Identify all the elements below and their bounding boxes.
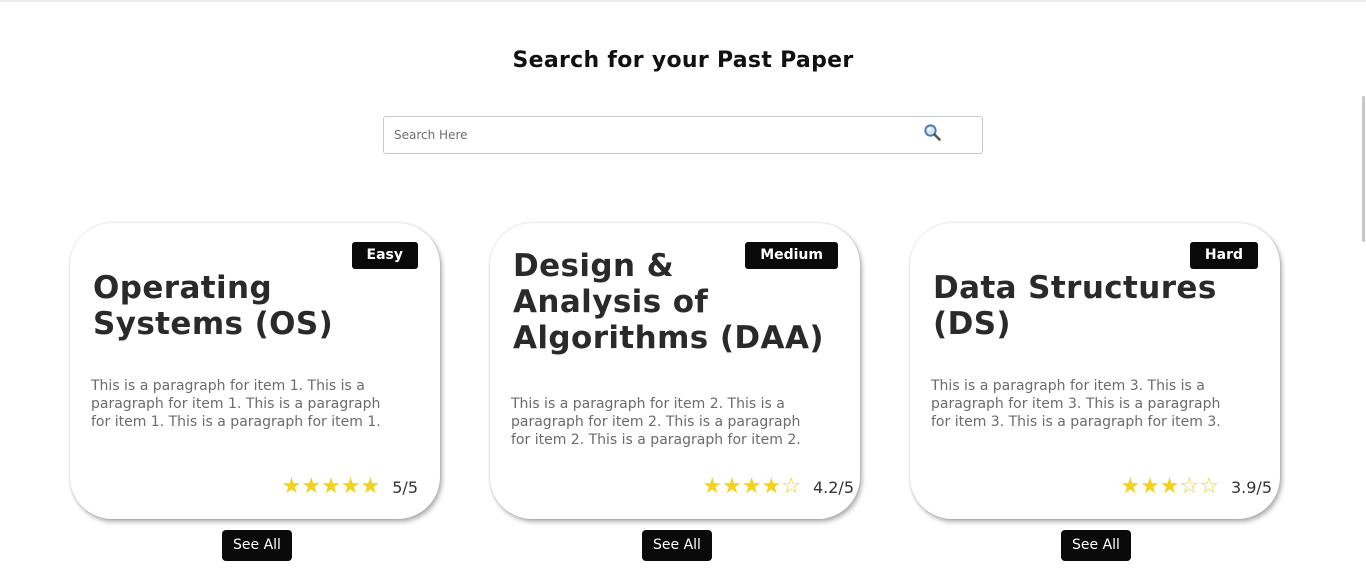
- rating: ★★★★★ 5/5: [282, 476, 418, 498]
- card-description: This is a paragraph for item 1. This is …: [91, 378, 381, 430]
- page-title: Search for your Past Paper: [512, 48, 854, 73]
- card-title-container: Data Structures (DS): [933, 237, 1260, 375]
- card-description: This is a paragraph for item 3. This is …: [931, 378, 1221, 430]
- course-card: Easy Operating Systems (OS) This is a pa…: [70, 223, 440, 519]
- see-all-button[interactable]: See All: [222, 530, 292, 561]
- rating-value: 3.9/5: [1230, 477, 1272, 497]
- course-card: Hard Data Structures (DS) This is a para…: [910, 223, 1280, 519]
- rating-value: 5/5: [392, 477, 418, 497]
- see-all-button[interactable]: See All: [642, 530, 712, 561]
- search-icon[interactable]: [923, 123, 943, 143]
- card-description: This is a paragraph for item 2. This is …: [511, 396, 801, 448]
- scrollbar[interactable]: [1362, 96, 1365, 242]
- search-bar: [383, 116, 983, 154]
- course-card: Medium Design & Analysis of Algorithms (…: [490, 223, 860, 519]
- card-title: Operating Systems (OS): [93, 270, 334, 342]
- star-rating-icon: ★★★☆☆: [1120, 474, 1219, 499]
- rating: ★★★★☆ 4.2/5: [702, 476, 854, 498]
- rating-value: 4.2/5: [812, 477, 854, 497]
- card-title: Design & Analysis of Algorithms (DAA): [513, 248, 824, 356]
- card-title-container: Operating Systems (OS): [93, 237, 420, 375]
- card-title-container: Design & Analysis of Algorithms (DAA): [513, 237, 840, 367]
- star-rating-icon: ★★★★☆: [702, 474, 801, 499]
- star-rating-icon: ★★★★★: [281, 474, 381, 499]
- top-border: [0, 0, 1366, 2]
- see-all-button[interactable]: See All: [1061, 530, 1131, 561]
- rating: ★★★☆☆ 3.9/5: [1120, 476, 1272, 498]
- card-title: Data Structures (DS): [933, 270, 1217, 342]
- search-input[interactable]: [394, 125, 914, 145]
